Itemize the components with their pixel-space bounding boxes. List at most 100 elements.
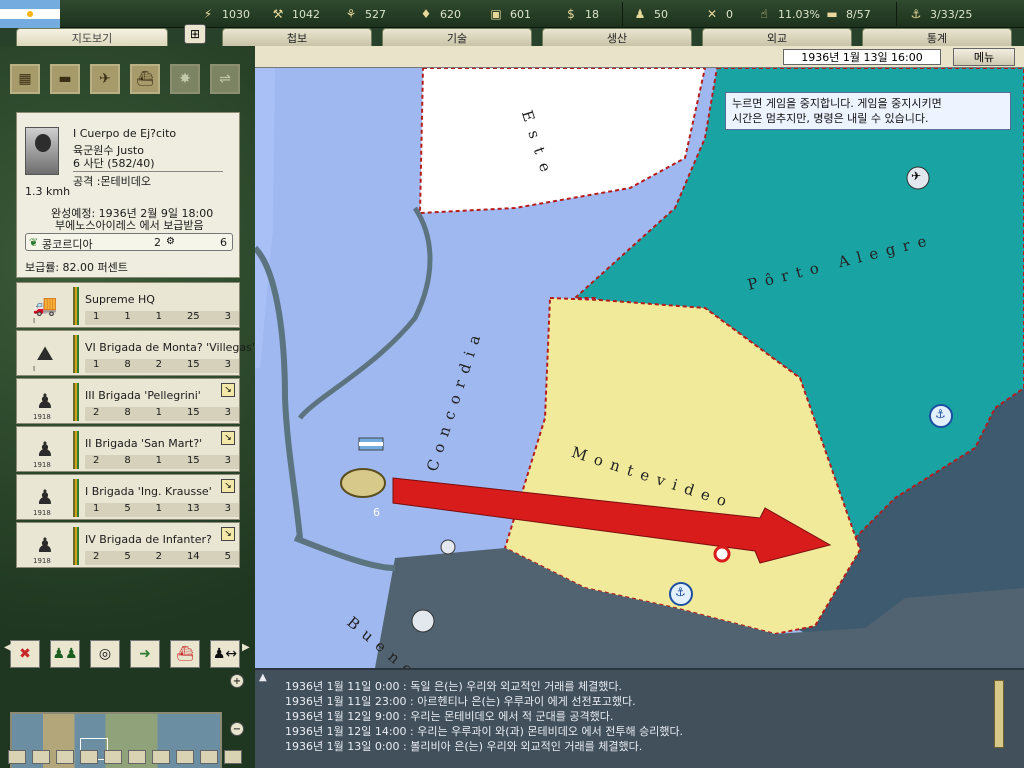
tab-intelligence[interactable]: 첩보 [222,28,372,46]
unit-stat: 1 [155,407,162,418]
reassign-button[interactable]: ➜ [130,640,160,668]
resource-divider [896,2,897,26]
map-filter-button[interactable] [152,750,170,764]
resource-supplies[interactable]: ▣ 601 [488,4,531,24]
tab-statistics[interactable]: 통계 [862,28,1012,46]
mountain-infantry-icon: ⛰ [36,341,54,365]
unit-order-icon[interactable]: ↘ [221,479,235,493]
map-filter-button[interactable] [56,750,74,764]
resource-value: 3/33/25 [930,7,973,21]
red-x-icon: ✖ [19,646,31,662]
unit-row-stats: 2 8 1 15 3 [85,455,239,469]
tab-map[interactable]: 지도보기 [16,28,168,46]
unit-level: I [33,317,36,325]
resource-convoy[interactable]: ⚓ 3/33/25 [908,4,973,24]
log-scrollbar[interactable] [994,680,1004,748]
unit-stat: 8 [124,359,131,370]
log-message: 1936년 1월 11일 23:00 : 아르헨티나 은(는) 우루과이 에게 … [285,695,636,708]
resource-rare-materials[interactable]: ⚘ 527 [343,4,386,24]
supply-count-a: 2 [154,236,161,249]
date-bar: 1936년 1월 13일 16:00 메뉴 [255,46,1024,68]
map-grid-toggle-button[interactable]: ⊞ [184,24,206,44]
unit-stat: 8 [124,407,131,418]
unit-level: 1918 [33,413,51,421]
target-button[interactable]: ◎ [90,640,120,668]
unit-order-icon[interactable]: ↘ [221,527,235,541]
hq-truck-icon: 🚚 [32,293,58,317]
supply-source: 부에노스아이레스 에서 보급받음 [55,219,204,232]
split-unit-button[interactable]: ♟♟ [50,640,80,668]
strategic-map[interactable]: ✈ ⚓ ⚓ 6 Este Concordia Pôrto Alegre Mont… [255,68,1024,668]
map-filter-button[interactable] [200,750,218,764]
unit-mission: 공격 :몬테비데오 [73,171,223,189]
naval-filter-button[interactable]: ⛴ [130,64,160,94]
map-filter-button[interactable] [104,750,122,764]
unit-stat: 15 [186,359,200,370]
map-filter-button[interactable] [224,750,242,764]
map-filter-button[interactable] [80,750,98,764]
tab-production[interactable]: 생산 [542,28,692,46]
resource-diplomacy[interactable]: ✕ 0 [704,4,733,24]
map-filter-button[interactable] [32,750,50,764]
transport-icon: ▬ [826,7,838,21]
zoom-in-button[interactable]: + [230,674,244,688]
unit-stat: 5 [124,503,131,514]
unit-stat: 2 [93,407,100,418]
unit-list-row[interactable]: ♟ 1918 I Brigada 'Ing. Krausse' 1 5 1 13 3 ↘ [16,474,240,520]
resource-oil[interactable]: ♦ 620 [418,4,461,24]
map-canvas[interactable] [255,68,1024,668]
airbase-south-icon[interactable] [411,609,435,633]
unit-stat: 3 [224,407,231,418]
menu-button[interactable]: 메뉴 [953,48,1015,66]
air-filter-button[interactable]: ✈ [90,64,120,94]
unit-row-name: Supreme HQ [85,293,155,306]
unit-stat: 3 [224,503,231,514]
army-unit-counter[interactable] [340,468,386,498]
tab-technology[interactable]: 기술 [382,28,532,46]
resource-manpower[interactable]: ♟ 50 [632,4,668,24]
unit-order-icon[interactable]: ↘ [221,431,235,445]
zoom-out-button[interactable]: − [230,722,244,736]
map-filter-button[interactable] [176,750,194,764]
resource-energy[interactable]: ⚡ 1030 [200,4,250,24]
small-port-icon[interactable] [440,539,456,555]
disband-button[interactable]: ✖ [10,640,40,668]
commander-portrait[interactable] [25,127,59,175]
capital-target-icon[interactable] [713,545,731,563]
embark-button[interactable]: ⛴ [170,640,200,668]
map-filter-button[interactable] [8,750,26,764]
map-filter-button[interactable] [128,750,146,764]
unit-list-row[interactable]: ♟ 1918 III Brigada 'Pellegrini' 2 8 1 15 3 ↘ [16,378,240,424]
resource-value: 0 [726,7,733,21]
supply-base-box[interactable]: ❦ 콩코르디아 2 ⚙ 6 [25,233,233,251]
resource-metal[interactable]: ⚒ 1042 [270,4,320,24]
log-message: 1936년 1월 13일 0:00 : 볼리비아 은(는) 우리와 외교적인 거… [285,740,643,753]
log-collapse-icon[interactable]: ▲ [259,672,267,683]
unit-list-row[interactable]: ⛰ I VI Brigada de Monta? 'Villegas' 1 8 2 15 3 [16,330,255,376]
tank-filter-button[interactable]: ▬ [50,64,80,94]
unit-list-row[interactable]: ♟ 1918 IV Brigada de Infanter? 2 5 2 14 5 ↘ [16,522,240,568]
scroll-left-arrow-icon[interactable]: ◀ [4,642,12,653]
unit-stat: 8 [124,455,131,466]
unit-row-stats: 2 8 1 15 3 [85,407,239,421]
argentina-flag-icon[interactable] [0,0,60,28]
unit-row-name: II Brigada 'San Mart?' [85,437,203,450]
resource-money[interactable]: $18 [563,4,599,24]
burst-filter-button[interactable]: ✸ [170,64,200,94]
unit-list-row[interactable]: 🚚 I Supreme HQ 1 1 1 25 3 [16,282,240,328]
tooltip-line-2: 시간은 멈추지만, 명령은 내릴 수 있습니다. [732,112,929,125]
unit-order-icon[interactable]: ↘ [221,383,235,397]
unit-stat: 3 [224,359,231,370]
resource-dissent[interactable]: ☝ 11.03% [756,4,820,24]
unit-list-row[interactable]: ♟ 1918 II Brigada 'San Mart?' 2 8 1 15 3 ↘ [16,426,240,472]
resource-transport[interactable]: ▬ 8/57 [824,4,870,24]
scroll-right-arrow-icon[interactable]: ▶ [242,642,250,653]
plane-icon: ✈ [99,71,111,87]
land-units-filter-button[interactable]: ▦ [10,64,40,94]
game-date-pause-button[interactable]: 1936년 1월 13일 16:00 [783,49,941,65]
soldiers-icon: ♟♟ [52,646,78,662]
transport-filter-button[interactable]: ⇌ [210,64,240,94]
rare-materials-icon: ⚘ [345,7,357,21]
attach-button[interactable]: ♟↔ [210,640,240,668]
tab-diplomacy[interactable]: 외교 [702,28,852,46]
